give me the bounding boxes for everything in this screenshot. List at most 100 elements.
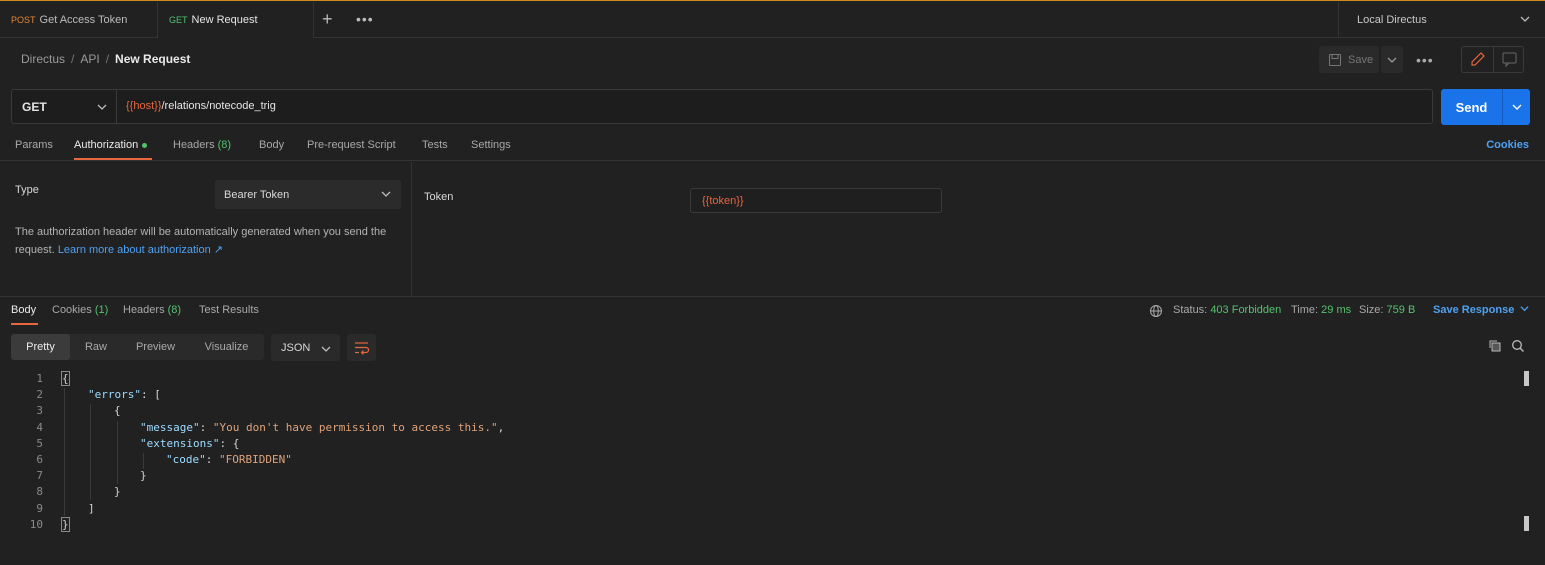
chevron-down-icon: [381, 191, 391, 197]
environment-select[interactable]: Local Directus: [1338, 2, 1545, 38]
auth-type-select[interactable]: Bearer Token: [215, 180, 401, 209]
code-line: "errors": [: [88, 388, 161, 401]
tab-label: Get Access Token: [39, 14, 128, 26]
tab-tests[interactable]: Tests: [422, 139, 448, 151]
tab-authorization[interactable]: Authorization: [74, 139, 148, 151]
line-number: 10: [29, 518, 43, 531]
tab-more-icon[interactable]: •••: [356, 11, 374, 27]
time-label: Time:: [1291, 304, 1319, 316]
tab-headers[interactable]: Headers (8): [173, 139, 231, 151]
chevron-down-icon: [321, 346, 331, 352]
save-icon: [1329, 53, 1341, 66]
tab-method-post: POST: [11, 15, 36, 25]
view-preview-button[interactable]: Preview: [122, 334, 189, 360]
scrollbar-bottom-marker[interactable]: [1524, 516, 1529, 531]
json-key: "extensions": [140, 437, 220, 450]
view-raw-button[interactable]: Raw: [70, 334, 122, 360]
tab-headers-label: Headers: [173, 139, 215, 151]
size-label: Size:: [1359, 304, 1384, 316]
more-actions-icon[interactable]: •••: [1416, 52, 1434, 68]
save-options-button[interactable]: [1381, 46, 1403, 73]
response-headers-count: (8): [167, 304, 182, 316]
wrap-lines-icon: [355, 342, 370, 355]
breadcrumb-current: New Request: [115, 52, 191, 66]
breadcrumb-folder[interactable]: API: [80, 52, 99, 66]
response-tab-test-results[interactable]: Test Results: [199, 304, 259, 316]
json-key: "code": [166, 453, 206, 466]
line-number: 8: [36, 485, 43, 498]
breadcrumb-collection[interactable]: Directus: [21, 52, 65, 66]
response-cookies-label: Cookies: [52, 304, 92, 316]
response-status[interactable]: Status: 403 Forbidden: [1173, 304, 1281, 316]
method-value: GET: [22, 99, 47, 114]
view-pretty-button[interactable]: Pretty: [11, 334, 70, 360]
pencil-icon: [1471, 52, 1485, 66]
response-tab-cookies[interactable]: Cookies (1): [52, 304, 108, 316]
send-button[interactable]: Send: [1441, 89, 1502, 125]
response-tab-body[interactable]: Body: [11, 304, 36, 316]
tab-bar: POST Get Access Token GET New Request + …: [0, 0, 1545, 38]
search-icon[interactable]: [1511, 339, 1525, 353]
learn-more-link[interactable]: Learn more about authorization ↗: [58, 244, 223, 256]
token-input[interactable]: {{token}}: [690, 188, 942, 213]
method-select[interactable]: GET: [12, 90, 117, 123]
breadcrumb-separator: /: [105, 52, 110, 66]
view-visualize-button[interactable]: Visualize: [189, 334, 264, 360]
save-button[interactable]: Save: [1319, 46, 1379, 73]
breadcrumb-separator: /: [71, 52, 75, 66]
indent-guide: [117, 421, 118, 484]
save-label: Save: [1348, 53, 1374, 66]
url-variable: {{host}}: [126, 100, 162, 112]
response-size[interactable]: Size: 759 B: [1359, 304, 1415, 316]
response-body-viewer[interactable]: 1 2 3 4 5 6 7 8 9 10 { "errors": [ { "me…: [0, 370, 1529, 565]
url-bar: GET {{host}}/relations/notecode_trig: [11, 89, 1433, 124]
line-number: 1: [36, 372, 43, 385]
request-tab-new-request[interactable]: GET New Request: [158, 2, 314, 38]
panel-divider: [0, 296, 1545, 297]
status-value: 403 Forbidden: [1210, 304, 1282, 316]
cookies-link[interactable]: Cookies: [1486, 139, 1529, 151]
save-response-button[interactable]: Save Response: [1433, 304, 1529, 316]
url-path: /relations/notecode_trig: [161, 100, 276, 112]
copy-icon[interactable]: [1488, 339, 1502, 353]
json-punct: {: [232, 437, 240, 450]
new-tab-plus-icon[interactable]: +: [322, 10, 333, 28]
indent-guide: [64, 388, 65, 516]
chevron-down-icon: [1520, 16, 1530, 22]
tab-params[interactable]: Params: [15, 139, 53, 151]
code-line: ]: [88, 502, 95, 515]
chevron-down-icon: [97, 104, 107, 110]
json-key: "message": [140, 421, 200, 434]
response-time[interactable]: Time: 29 ms: [1291, 304, 1351, 316]
view-mode-group: Pretty Raw Preview Visualize: [11, 334, 264, 360]
code-line: {: [114, 404, 121, 417]
json-key: "errors": [88, 388, 141, 401]
tab-settings[interactable]: Settings: [471, 139, 511, 151]
breadcrumb: Directus / API / New Request: [21, 52, 190, 66]
active-indicator-dot: [142, 142, 148, 148]
line-number: 9: [36, 502, 43, 515]
edit-button[interactable]: [1462, 47, 1493, 72]
size-value: 759 B: [1386, 304, 1416, 316]
code-line: }: [140, 469, 147, 482]
url-input[interactable]: {{host}}/relations/notecode_trig: [126, 100, 276, 112]
indent-guide: [90, 404, 91, 500]
send-options-button[interactable]: [1503, 89, 1530, 125]
status-label: Status:: [1173, 304, 1208, 316]
request-tab-get-access-token[interactable]: POST Get Access Token: [0, 2, 158, 38]
tab-body[interactable]: Body: [259, 139, 284, 151]
line-number: 4: [36, 421, 43, 434]
save-response-label: Save Response: [1433, 304, 1515, 316]
response-tab-headers[interactable]: Headers (8): [123, 304, 181, 316]
line-number: 5: [36, 437, 43, 450]
wrap-lines-button[interactable]: [347, 334, 376, 361]
comments-button[interactable]: [1493, 47, 1524, 72]
format-select[interactable]: JSON: [271, 334, 340, 361]
code-line: {: [61, 371, 70, 386]
globe-icon[interactable]: [1149, 304, 1163, 318]
tab-pre-request-script[interactable]: Pre-request Script: [307, 139, 396, 151]
tab-label: New Request: [191, 14, 258, 26]
scrollbar-top-marker[interactable]: [1524, 371, 1529, 386]
format-value: JSON: [281, 341, 311, 354]
send-button-group: Send: [1441, 89, 1530, 125]
